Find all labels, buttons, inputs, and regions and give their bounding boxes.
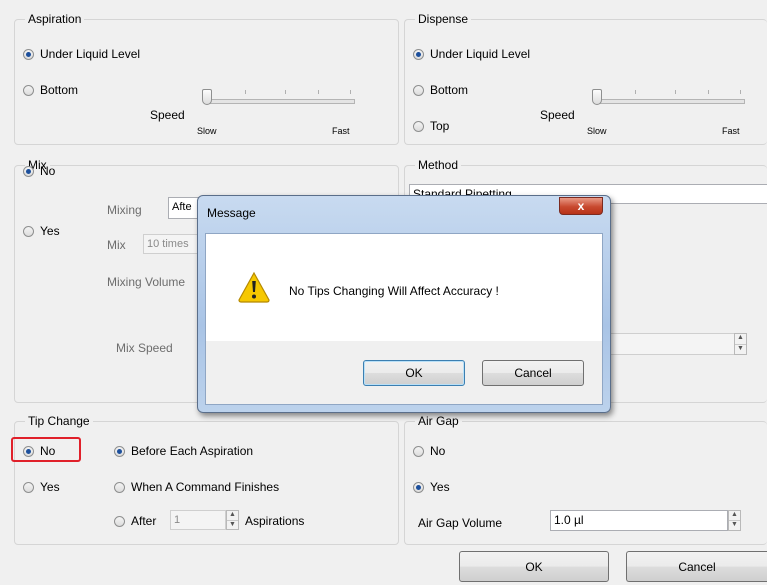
tick (318, 90, 319, 94)
radio-icon (413, 481, 424, 493)
radio-icon (413, 120, 424, 132)
dialog-footer: OK Cancel (206, 341, 602, 404)
dispense-slow-label: Slow (587, 126, 607, 136)
dispense-speed-track[interactable] (595, 99, 745, 104)
tick (708, 90, 709, 94)
after-radio[interactable]: After (114, 514, 156, 528)
radio-icon (23, 445, 34, 457)
tick (675, 90, 676, 94)
aspiration-under-liquid-radio[interactable]: Under Liquid Level (23, 47, 140, 61)
after-count-input[interactable]: 1 (170, 510, 226, 530)
air-gap-no-radio[interactable]: No (413, 444, 445, 458)
air-gap-yes-radio[interactable]: Yes (413, 480, 450, 494)
tick (740, 90, 741, 94)
air-gap-volume-label: Air Gap Volume (418, 516, 503, 530)
before-each-aspiration-radio[interactable]: Before Each Aspiration (114, 444, 253, 458)
dispense-speed-label: Speed (540, 108, 575, 122)
mix-speed-label: Mix Speed (116, 341, 173, 355)
air-gap-spin-arrows-icon[interactable]: ▲ ▼ (728, 510, 741, 531)
radio-icon (114, 515, 125, 527)
dialog-ok-button[interactable]: OK (363, 360, 465, 386)
tip-change-title: Tip Change (28, 414, 90, 428)
mix-yes-radio[interactable]: Yes (23, 224, 60, 238)
mixing-label: Mixing (107, 203, 142, 217)
radio-icon (413, 48, 424, 60)
dialog-title: Message (207, 206, 256, 220)
method-spin-arrows-icon[interactable]: ▲ ▼ (734, 333, 747, 355)
tip-change-no-radio[interactable]: No (23, 444, 55, 458)
dispense-group: Dispense (404, 12, 767, 145)
dispense-fast-label: Fast (722, 126, 740, 136)
aspiration-speed-thumb[interactable] (202, 89, 212, 105)
after-spin-arrows-icon[interactable]: ▲ ▼ (226, 510, 239, 530)
aspiration-bottom-radio[interactable]: Bottom (23, 83, 78, 97)
dialog-cancel-button[interactable]: Cancel (482, 360, 584, 386)
mixing-volume-label: Mixing Volume (107, 275, 186, 289)
aspiration-fast-label: Fast (332, 126, 350, 136)
radio-icon (413, 84, 424, 96)
message-dialog: Message x No Tips Changing Will Affect A… (197, 195, 611, 413)
aspiration-speed-label: Speed (150, 108, 185, 122)
air-gap-title: Air Gap (418, 414, 459, 428)
when-command-finishes-radio[interactable]: When A Command Finishes (114, 480, 279, 494)
dialog-message: No Tips Changing Will Affect Accuracy ! (289, 284, 499, 298)
warning-triangle-icon (238, 271, 270, 303)
radio-icon (114, 445, 125, 457)
dispense-under-liquid-radio[interactable]: Under Liquid Level (413, 47, 530, 61)
aspirations-label: Aspirations (245, 514, 305, 528)
method-title: Method (418, 158, 459, 172)
mix-count-label: Mix (107, 238, 126, 252)
dispense-top-radio[interactable]: Top (413, 119, 449, 133)
tick (350, 90, 351, 94)
radio-icon (23, 84, 34, 96)
radio-icon (114, 481, 125, 493)
tick (245, 90, 246, 94)
dispense-speed-thumb[interactable] (592, 89, 602, 105)
aspiration-speed-track[interactable] (205, 99, 355, 104)
tip-change-yes-radio[interactable]: Yes (23, 480, 60, 494)
dispense-title: Dispense (418, 12, 469, 26)
dispense-bottom-radio[interactable]: Bottom (413, 83, 468, 97)
aspiration-slow-label: Slow (197, 126, 217, 136)
radio-icon (23, 48, 34, 60)
ok-button[interactable]: OK (459, 551, 609, 582)
radio-icon (23, 225, 34, 237)
dialog-close-button[interactable]: x (559, 197, 603, 215)
close-icon: x (577, 199, 585, 213)
aspiration-title: Aspiration (28, 12, 82, 26)
tick (285, 90, 286, 94)
mix-no-radio[interactable]: No (23, 164, 55, 178)
cancel-button[interactable]: Cancel (626, 551, 767, 582)
tick (635, 90, 636, 94)
air-gap-volume-input[interactable]: 1.0 µl (550, 510, 728, 531)
radio-icon (23, 481, 34, 493)
mix-count-input[interactable]: 10 times (143, 234, 203, 254)
radio-icon (413, 445, 424, 457)
method-spin-input[interactable] (600, 333, 736, 355)
radio-icon (23, 165, 34, 177)
dialog-client: No Tips Changing Will Affect Accuracy ! … (205, 233, 603, 405)
